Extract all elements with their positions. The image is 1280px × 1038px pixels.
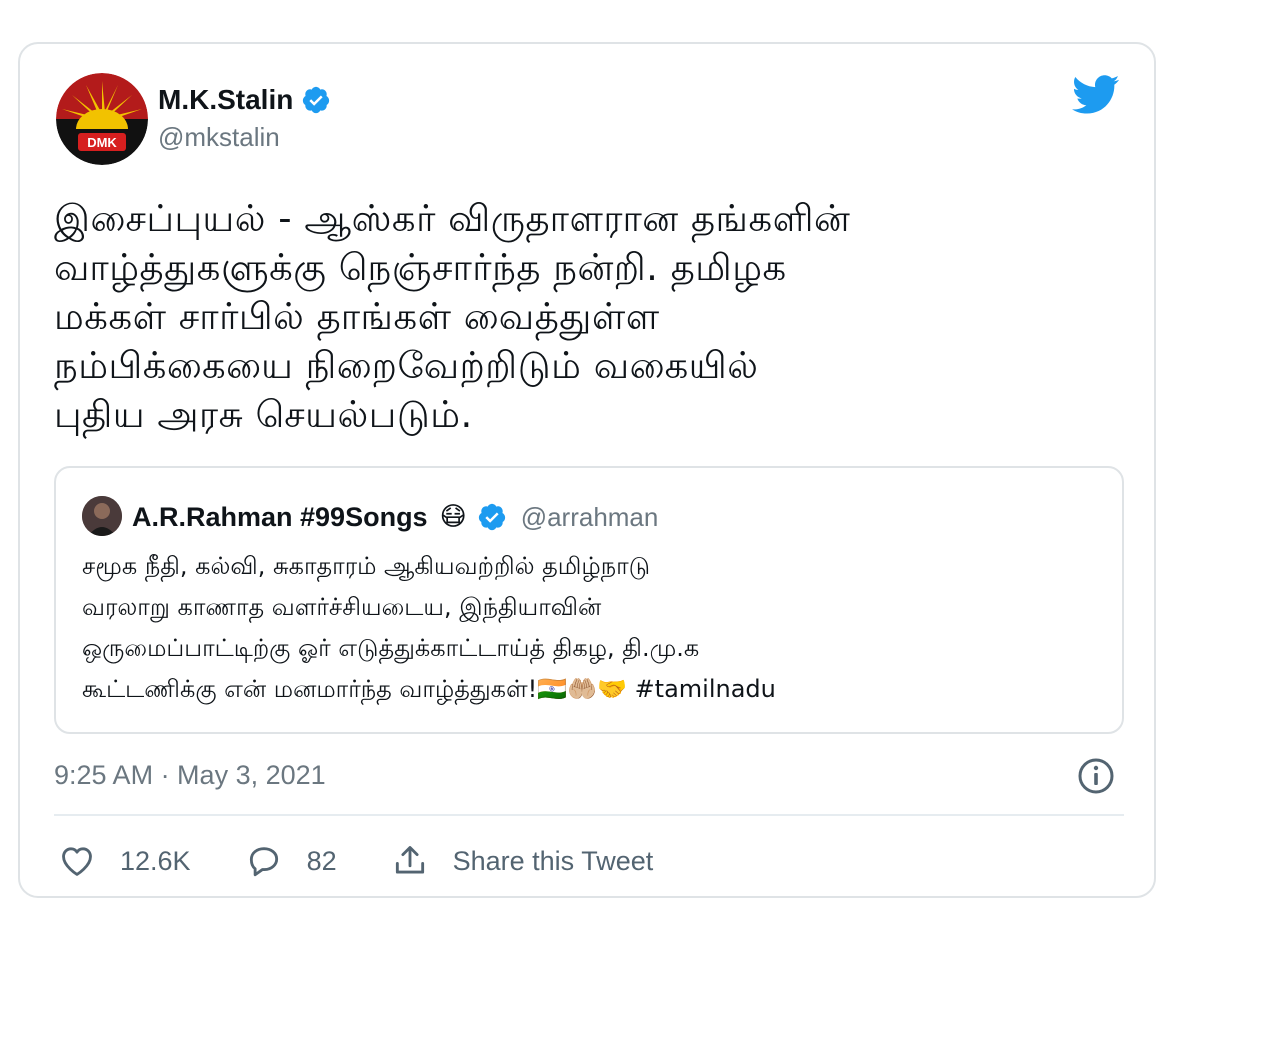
share-upload-icon <box>395 846 424 874</box>
heart-icon <box>62 847 92 876</box>
author-name[interactable]: M.K.Stalin <box>158 84 293 116</box>
like-button[interactable]: 12.6K <box>58 842 191 880</box>
person-avatar-icon <box>82 496 122 536</box>
share-button[interactable]: Share this Tweet <box>391 842 654 880</box>
author-info: M.K.Stalin @mkstalin <box>158 80 331 153</box>
quoted-tweet-text: சமூக நீதி, கல்வி, சுகாதாரம் ஆகியவற்றில் … <box>82 552 776 703</box>
quoted-tweet[interactable]: A.R.Rahman #99Songs 😷 @arrahman சமூக நீத… <box>54 466 1124 734</box>
embedded-tweet-card: DMK M.K.Stalin @mkstalin இசைப்புயல் - ஆஸ… <box>18 42 1156 898</box>
verified-badge-icon <box>303 86 330 114</box>
reply-bubble-icon <box>249 847 278 877</box>
tweet-actions: 12.6K 82 Share this Tweet <box>58 836 707 886</box>
author-avatar[interactable]: DMK <box>56 73 148 165</box>
tweet-body-text: இசைப்புயல் - ஆஸ்கர் விருதாளரான தங்களின் … <box>54 197 851 436</box>
reply-count: 82 <box>306 845 337 876</box>
mask-emoji: 😷 <box>439 502 467 532</box>
quoted-author-avatar[interactable] <box>82 496 122 536</box>
svg-text:DMK: DMK <box>87 135 117 150</box>
share-label: Share this Tweet <box>452 845 654 876</box>
like-count: 12.6K <box>120 845 191 876</box>
tweet-timestamp[interactable]: 9:25 AM · May 3, 2021 <box>54 760 326 791</box>
author-handle[interactable]: @mkstalin <box>158 122 331 153</box>
author-name-row: M.K.Stalin <box>158 80 331 120</box>
reply-button[interactable]: 82 <box>245 842 337 880</box>
quoted-author-handle[interactable]: @arrahman <box>521 502 659 533</box>
quoted-header: A.R.Rahman #99Songs 😷 @arrahman <box>132 496 658 538</box>
dmk-logo-icon: DMK <box>56 73 148 165</box>
twitter-bird-icon[interactable] <box>1072 74 1120 116</box>
divider <box>54 814 1124 816</box>
quoted-author-name[interactable]: A.R.Rahman #99Songs <box>132 502 428 533</box>
info-icon[interactable] <box>1076 756 1116 796</box>
verified-badge-icon <box>478 503 505 531</box>
